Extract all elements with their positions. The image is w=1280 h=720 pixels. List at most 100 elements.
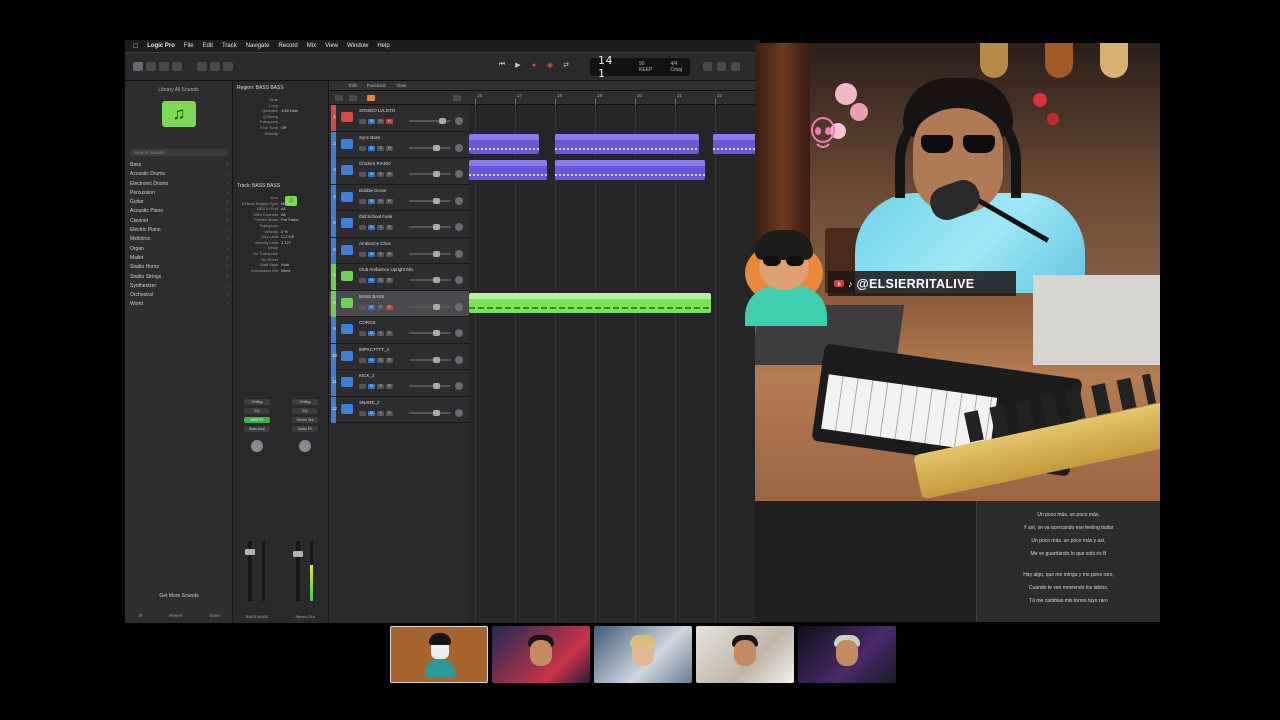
mute-button[interactable]: M: [368, 251, 375, 257]
strip-midi-fx-slot[interactable]: MIDI FX: [244, 417, 270, 423]
instrument-icon[interactable]: [341, 350, 353, 361]
add-track-button[interactable]: [335, 95, 343, 101]
track-volume-slider[interactable]: [409, 383, 451, 389]
track-name[interactable]: COROS: [359, 320, 376, 325]
power-button[interactable]: [359, 119, 366, 124]
track-pan-knob[interactable]: [455, 249, 463, 258]
track-pan-knob[interactable]: [455, 408, 463, 417]
track-header[interactable]: 11 KICK_2 M S R: [329, 370, 469, 397]
instrument-icon[interactable]: [341, 377, 353, 387]
menu-edit[interactable]: Edit: [203, 43, 213, 49]
track-volume-slider[interactable]: [409, 356, 451, 363]
solo-button[interactable]: S: [377, 278, 384, 283]
track-pan-knob[interactable]: [455, 276, 463, 284]
power-button[interactable]: [359, 331, 366, 336]
bar-ruler[interactable]: 16 17 18 19 20 21 22: [469, 91, 760, 105]
track-region[interactable]: Sync Bass #64: [555, 133, 699, 154]
power-button[interactable]: [359, 225, 366, 230]
power-button[interactable]: [359, 410, 366, 416]
menu-view[interactable]: View: [325, 43, 338, 49]
power-button[interactable]: [359, 304, 366, 310]
track-header[interactable]: 3 Chicken PIANO M S R: [329, 158, 469, 185]
catch-button[interactable]: [453, 95, 461, 101]
strip-eq-button[interactable]: EQ: [244, 408, 270, 414]
track-region[interactable]: [469, 292, 711, 313]
track-header[interactable]: 1 SONIDO LVLNTO M S R: [329, 105, 469, 132]
solo-button[interactable]: S: [377, 304, 384, 310]
library-category-item[interactable]: Organ ›: [130, 245, 228, 254]
power-button[interactable]: [359, 251, 366, 257]
track-volume-slider[interactable]: [409, 224, 451, 230]
mixer-button[interactable]: [210, 62, 220, 71]
track-header[interactable]: 4 Bubble Drone M S R: [329, 184, 469, 211]
instrument-icon[interactable]: [341, 138, 353, 149]
instrument-icon[interactable]: [341, 112, 353, 122]
library-category-item[interactable]: Mallet ›: [130, 254, 228, 263]
solo-button[interactable]: S: [377, 357, 384, 363]
track-volume-slider[interactable]: [409, 277, 451, 283]
track-name[interactable]: Old School Funk: [359, 214, 392, 219]
track-region[interactable]: [469, 133, 539, 154]
track-lanes[interactable]: Sync Bass #64 Sync Bass #64 Chicken PIANO …: [469, 105, 763, 623]
record-enable-button[interactable]: R: [386, 251, 393, 257]
track-header[interactable]: 5 Old School Funk M S R: [329, 211, 469, 238]
strip-output-slot[interactable]: Stereo Out: [292, 417, 318, 423]
inspector-toggle-button[interactable]: [146, 62, 156, 71]
library-category-item[interactable]: World ›: [130, 300, 228, 309]
track-name[interactable]: Chicken PIANO: [359, 161, 391, 166]
track-volume-slider[interactable]: [409, 409, 451, 416]
strip-audio-fx-slot[interactable]: Audio FX: [292, 426, 318, 432]
track-volume-slider[interactable]: [409, 303, 451, 310]
instrument-icon[interactable]: [341, 297, 353, 308]
track-name[interactable]: SONIDO LVLNTO: [359, 108, 395, 113]
get-more-sounds-button[interactable]: Get More Sounds: [125, 593, 233, 599]
track-pan-knob[interactable]: [455, 329, 463, 337]
library-category-item[interactable]: Acoustic Piano ›: [130, 207, 228, 216]
mute-button[interactable]: M: [368, 357, 375, 363]
library-category-item[interactable]: Electric Piano ›: [130, 226, 228, 235]
record-enable-button[interactable]: R: [386, 225, 393, 230]
mute-button[interactable]: M: [368, 384, 375, 389]
editors-button[interactable]: [223, 62, 233, 71]
record-enable-button[interactable]: R: [386, 119, 393, 124]
record-enable-button[interactable]: R: [386, 410, 393, 416]
strip-setting-button[interactable]: Setting: [244, 399, 270, 405]
flex-button[interactable]: [367, 95, 375, 101]
library-category-item[interactable]: Percussion ›: [130, 189, 228, 198]
mute-button[interactable]: M: [368, 198, 375, 204]
participant-thumb[interactable]: [390, 626, 488, 683]
library-category-item[interactable]: Synthesizer ›: [130, 282, 228, 291]
instrument-icon[interactable]: [341, 165, 353, 175]
track-volume-slider[interactable]: [409, 118, 451, 124]
track-name[interactable]: KICK_2: [359, 373, 375, 378]
track-inspector-title[interactable]: Track: BASS BASS: [233, 179, 329, 189]
track-name[interactable]: BASS BASS: [359, 294, 384, 299]
track-pan-knob[interactable]: [455, 302, 463, 311]
quick-help-button[interactable]: [159, 62, 169, 71]
menu-track[interactable]: Track: [222, 43, 237, 49]
menu-file[interactable]: File: [184, 43, 194, 49]
lcd-display[interactable]: 14 1 90 KEEP 4/4 Cmaj: [590, 54, 690, 80]
library-category-item[interactable]: Orchestral ›: [130, 291, 228, 300]
mute-button[interactable]: M: [368, 278, 375, 283]
count-in-button[interactable]: [731, 62, 740, 71]
mute-button[interactable]: M: [368, 225, 375, 230]
track-name[interactable]: Ambience Choir: [359, 241, 391, 246]
instrument-icon[interactable]: [341, 244, 353, 255]
toolbar-toggle-button[interactable]: [172, 62, 182, 71]
track-volume-slider[interactable]: [409, 144, 451, 151]
record-icon[interactable]: ●: [529, 60, 539, 70]
functions-menu[interactable]: Functions: [367, 83, 387, 88]
solo-button[interactable]: S: [377, 198, 384, 204]
track-pan-knob[interactable]: [455, 117, 463, 125]
pan-knob[interactable]: [299, 440, 311, 452]
track-volume-slider[interactable]: [409, 250, 451, 257]
library-category-item[interactable]: Clavinet ›: [130, 217, 228, 226]
solo-button[interactable]: S: [377, 331, 384, 336]
track-name[interactable]: SNARE_2: [359, 400, 380, 405]
participant-thumb[interactable]: [594, 626, 692, 683]
track-header[interactable]: 12 SNARE_2 M S R: [329, 396, 469, 423]
region-inspector-title[interactable]: Region: BASS BASS: [233, 81, 329, 91]
save-button[interactable]: Save: [209, 613, 219, 619]
smart-controls-button[interactable]: [197, 62, 207, 71]
